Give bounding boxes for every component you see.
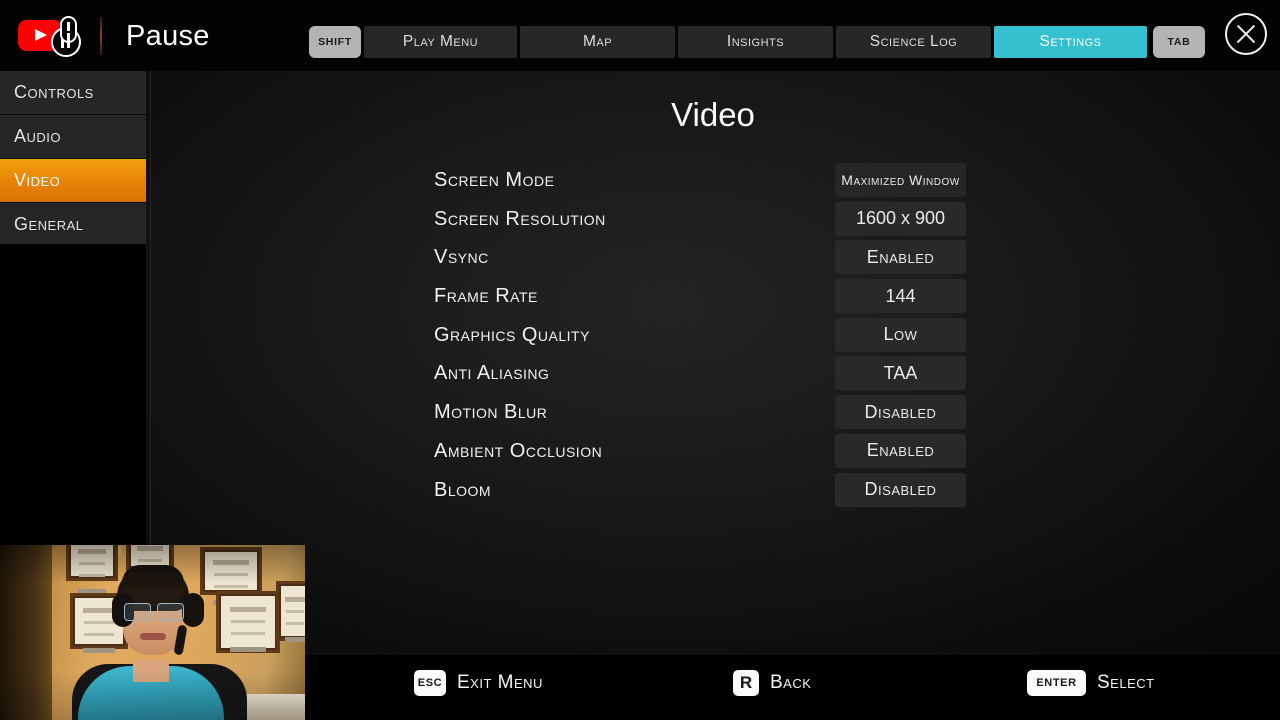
setting-label: Screen Resolution xyxy=(434,207,606,230)
enter-key-badge: ENTER xyxy=(1027,670,1086,696)
settings-panel: Video Screen Mode Maximized Window Scree… xyxy=(146,71,1280,720)
setting-label: Motion Blur xyxy=(434,401,548,424)
youtube-logo xyxy=(18,14,92,58)
webcam-overlay xyxy=(0,545,305,720)
sidebar-item-video[interactable]: Video xyxy=(0,159,146,202)
hint-label: Back xyxy=(770,672,812,693)
tab-science-log[interactable]: Science Log xyxy=(836,26,991,58)
hint-exit-menu[interactable]: ESC Exit Menu xyxy=(414,670,543,696)
setting-value-anti-aliasing[interactable]: TAA xyxy=(835,356,966,391)
settings-list: Screen Mode Maximized Window Screen Reso… xyxy=(146,161,1280,509)
setting-label: Vsync xyxy=(434,246,489,269)
shift-key-badge: SHIFT xyxy=(309,26,361,58)
sidebar-item-audio[interactable]: Audio xyxy=(0,115,146,158)
setting-row-frame-rate: Frame Rate 144 xyxy=(146,277,1280,316)
r-key-badge: R xyxy=(733,670,759,696)
setting-row-screen-mode: Screen Mode Maximized Window xyxy=(146,161,1280,200)
sidebar-item-controls[interactable]: Controls xyxy=(0,71,146,114)
sidebar-item-general[interactable]: General xyxy=(0,203,146,246)
hint-back[interactable]: R Back xyxy=(733,670,811,696)
setting-row-motion-blur: Motion Blur Disabled xyxy=(146,393,1280,432)
setting-value-screen-resolution[interactable]: 1600 x 900 xyxy=(835,201,966,236)
page-title: Video xyxy=(671,96,755,133)
setting-value-ambient-occlusion[interactable]: Enabled xyxy=(835,433,966,468)
setting-value-vsync[interactable]: Enabled xyxy=(835,240,966,275)
tab-key-badge: TAB xyxy=(1153,26,1205,58)
setting-label: Ambient Occlusion xyxy=(434,439,603,462)
setting-value-screen-mode[interactable]: Maximized Window xyxy=(835,163,966,197)
setting-value-frame-rate[interactable]: 144 xyxy=(835,279,966,314)
setting-row-ambient-occlusion: Ambient Occlusion Enabled xyxy=(146,432,1280,471)
top-bar: Pause SHIFT Play Menu Map Insights Scien… xyxy=(0,0,1280,71)
setting-label: Bloom xyxy=(434,478,492,501)
setting-label: Graphics Quality xyxy=(434,323,590,346)
hint-select[interactable]: ENTER Select xyxy=(1027,670,1155,696)
setting-value-bloom[interactable]: Disabled xyxy=(835,472,966,507)
setting-row-graphics-quality: Graphics Quality Low xyxy=(146,316,1280,355)
close-icon[interactable] xyxy=(1225,13,1267,55)
hint-label: Exit Menu xyxy=(457,672,543,693)
tab-map[interactable]: Map xyxy=(520,26,675,58)
hint-label: Select xyxy=(1097,672,1155,693)
tab-insights[interactable]: Insights xyxy=(678,26,833,58)
setting-row-vsync: Vsync Enabled xyxy=(146,238,1280,277)
setting-value-graphics-quality[interactable]: Low xyxy=(835,317,966,352)
setting-label: Screen Mode xyxy=(434,169,555,191)
tab-settings[interactable]: Settings xyxy=(994,26,1147,58)
setting-row-bloom: Bloom Disabled xyxy=(146,471,1280,510)
setting-label: Frame Rate xyxy=(434,285,538,308)
setting-label: Anti Aliasing xyxy=(434,362,550,385)
tab-play-menu[interactable]: Play Menu xyxy=(364,26,517,58)
page-header-title: Pause xyxy=(126,20,210,52)
webcam-vignette xyxy=(0,545,305,720)
pause-badge-icon xyxy=(60,16,77,43)
title-divider xyxy=(100,17,102,55)
setting-row-screen-resolution: Screen Resolution 1600 x 900 xyxy=(146,200,1280,239)
setting-row-anti-aliasing: Anti Aliasing TAA xyxy=(146,354,1280,393)
tab-bar: SHIFT Play Menu Map Insights Science Log… xyxy=(309,26,1205,60)
esc-key-badge: ESC xyxy=(414,670,446,696)
setting-value-motion-blur[interactable]: Disabled xyxy=(835,395,966,430)
